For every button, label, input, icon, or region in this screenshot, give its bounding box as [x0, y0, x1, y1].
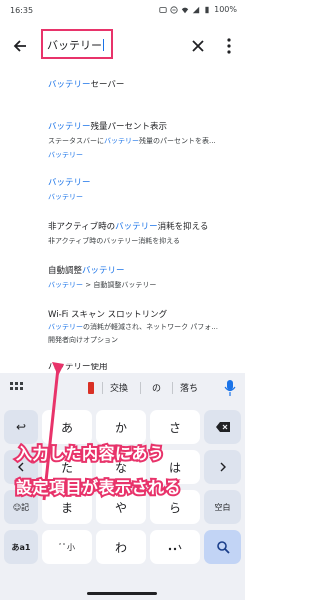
search-icon: [216, 541, 230, 554]
key-sa[interactable]: さ: [150, 410, 200, 444]
home-gesture-handle[interactable]: [87, 592, 157, 595]
result-item[interactable]: 非アクティブ時のバッテリー消耗を抑える 非アクティブ時のバッテリー消耗を抑える: [48, 220, 238, 246]
punctuation-key[interactable]: [150, 530, 200, 564]
status-bar: 16:35 100%: [0, 0, 245, 24]
dnd-icon: [170, 5, 178, 14]
annotation-line-2: 設定項目が表示される: [14, 476, 183, 499]
text-cursor: [103, 39, 104, 51]
suggestion-item[interactable]: 交換: [110, 381, 128, 394]
result-item[interactable]: バッテリー残量パーセント表示 ステータスバーにバッテリー残量のパーセントを表..…: [48, 120, 238, 160]
mode-switch-key[interactable]: あa1: [4, 530, 38, 564]
punctuation-icon: [168, 544, 182, 551]
wifi-icon: [181, 7, 189, 13]
keyboard-toolbar: 交換 の 落ち: [0, 373, 245, 403]
back-arrow-icon[interactable]: [10, 36, 30, 56]
more-vert-icon[interactable]: [222, 36, 236, 56]
result-item[interactable]: バッテリー使用: [48, 363, 238, 371]
annotation-line-1: 入力した内容にあう: [14, 442, 166, 465]
backspace-key[interactable]: [204, 410, 241, 444]
signal-icon: [192, 6, 200, 13]
search-key[interactable]: [204, 530, 241, 564]
mute-icon: [159, 6, 167, 13]
suggestion-item[interactable]: 落ち: [180, 381, 198, 394]
grid-icon[interactable]: [10, 382, 24, 394]
navigation-bar: [0, 588, 245, 600]
battery-percent: 100%: [214, 5, 237, 14]
result-item[interactable]: 自動調整バッテリー バッテリー > 自動調整バッテリー: [48, 264, 238, 290]
microphone-icon[interactable]: [224, 380, 236, 396]
suggestion-item[interactable]: の: [152, 381, 161, 394]
search-query: バッテリー: [47, 39, 102, 52]
battery-icon: [205, 6, 209, 13]
key-wa[interactable]: わ: [96, 530, 146, 564]
result-item[interactable]: バッテリー バッテリー: [48, 176, 238, 202]
backspace-icon: [215, 422, 230, 432]
undo-key[interactable]: ↩: [4, 410, 38, 444]
key-ka[interactable]: か: [96, 410, 146, 444]
result-item[interactable]: バッテリーセーバー: [48, 78, 238, 90]
result-item[interactable]: Wi-Fi スキャン スロットリング バッテリーの消耗が軽減され、ネットワーク …: [48, 308, 238, 345]
dakuten-key[interactable]: ﾞﾟ小: [42, 530, 92, 564]
search-bar: バッテリー: [0, 26, 245, 66]
search-input[interactable]: バッテリー: [41, 29, 113, 59]
status-time: 16:35: [10, 6, 34, 15]
battery-emoji-icon[interactable]: [86, 381, 96, 395]
close-icon[interactable]: [188, 36, 208, 56]
